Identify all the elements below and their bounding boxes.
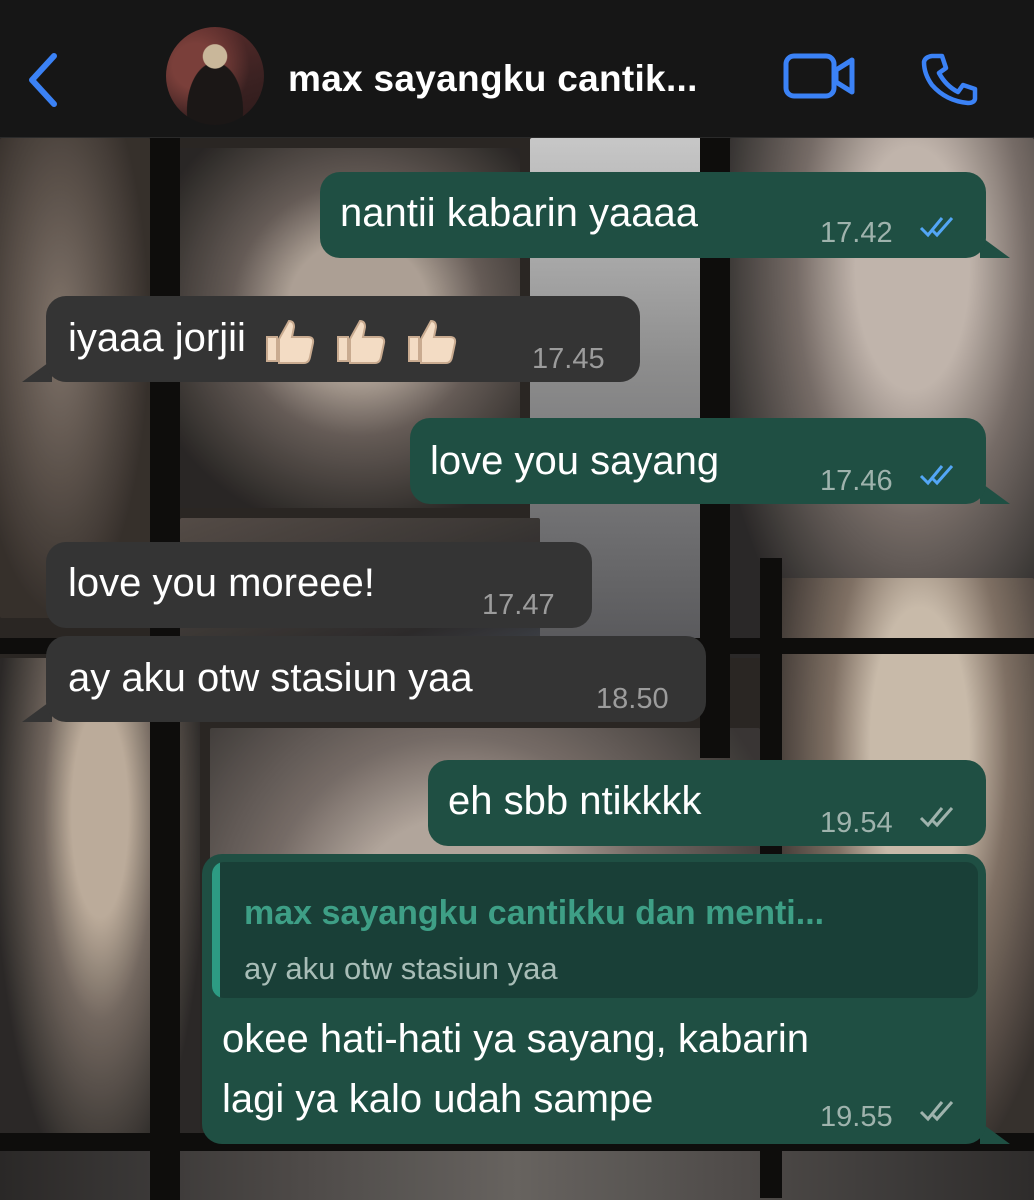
message-bubble-incoming[interactable]: love you moreee! 17.47 — [46, 542, 592, 628]
message-time: 19.55 — [820, 1101, 893, 1133]
read-receipt-icon — [919, 217, 954, 238]
phone-icon — [921, 53, 978, 106]
message-text-line: lagi ya kalo udah sampe — [222, 1077, 654, 1121]
chevron-left-icon — [29, 53, 57, 107]
message-time: 17.42 — [820, 217, 893, 249]
quote-accent-bar — [212, 862, 220, 998]
message-bubble-outgoing[interactable]: max sayangku cantikku dan menti... ay ak… — [202, 854, 986, 1144]
message-bubble-outgoing[interactable]: nantii kabarin yaaaa 17.42 — [320, 172, 986, 258]
thumbs-up-emoji — [246, 316, 459, 365]
quoted-sender-name: max sayangku cantikku dan menti... — [244, 894, 825, 932]
message-time: 19.54 — [820, 807, 893, 839]
delivered-receipt-icon — [919, 807, 954, 828]
message-text: nantii kabarin yaaaa — [340, 191, 699, 235]
message-bubble-outgoing[interactable]: eh sbb ntikkkk 19.54 — [428, 760, 986, 846]
message-bubble-incoming[interactable]: ay aku otw stasiun yaa 18.50 — [46, 636, 706, 722]
thumbs-up-icon — [265, 320, 315, 365]
message-time: 17.47 — [482, 589, 555, 621]
message-text: ay aku otw stasiun yaa — [68, 656, 473, 700]
back-button[interactable] — [22, 50, 62, 110]
video-camera-icon — [783, 53, 855, 99]
delivered-receipt-icon — [919, 1101, 954, 1122]
read-receipt-icon — [919, 465, 954, 486]
quoted-message-text: ay aku otw stasiun yaa — [244, 951, 558, 986]
message-text-line: okee hati-hati ya sayang, kabarin — [222, 1017, 810, 1061]
chat-header: max sayangku cantik... — [0, 0, 1034, 138]
message-time: 17.45 — [532, 343, 605, 375]
avatar[interactable] — [166, 27, 264, 125]
message-text: eh sbb ntikkkk — [448, 779, 702, 823]
message-text: iyaaa jorjii — [68, 313, 459, 365]
message-bubble-incoming[interactable]: iyaaa jorjii 17.45 — [46, 296, 640, 382]
contact-name[interactable]: max sayangku cantik... — [288, 58, 698, 100]
thumbs-up-icon — [408, 320, 457, 365]
video-call-button[interactable] — [782, 50, 858, 102]
message-time: 17.46 — [820, 465, 893, 497]
message-time: 18.50 — [596, 683, 669, 715]
message-text: love you moreee! — [68, 561, 375, 605]
message-text-content: iyaaa jorjii — [68, 316, 246, 360]
message-text: love you sayang — [430, 439, 720, 483]
voice-call-button[interactable] — [918, 50, 982, 106]
message-bubble-outgoing[interactable]: love you sayang 17.46 — [410, 418, 986, 504]
thumbs-up-icon — [337, 320, 386, 365]
quoted-message[interactable]: max sayangku cantikku dan menti... ay ak… — [212, 862, 978, 998]
